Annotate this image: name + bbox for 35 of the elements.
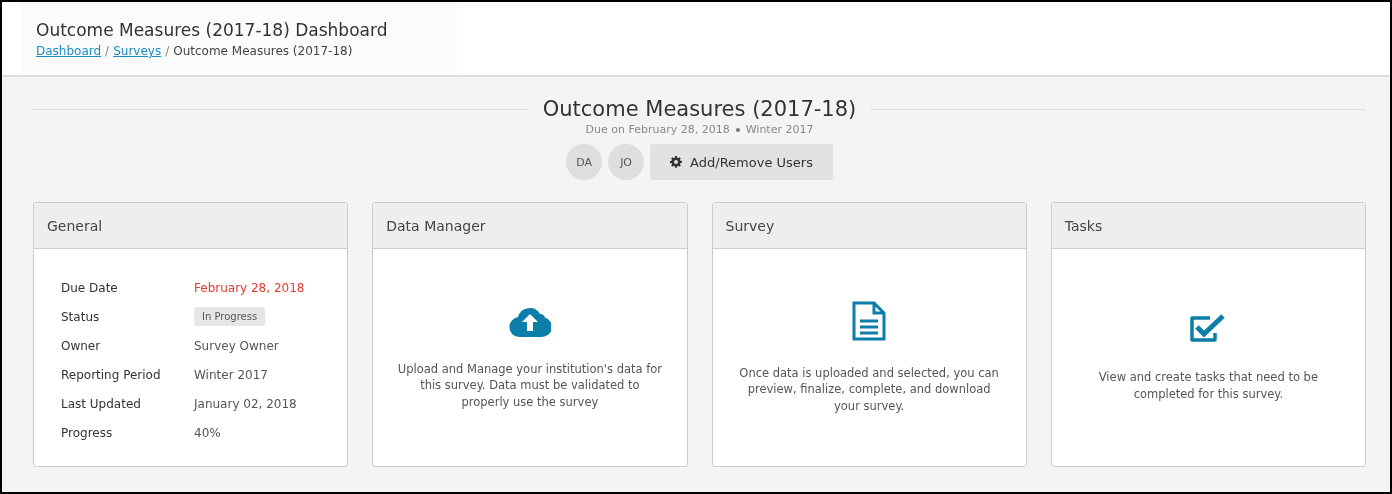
status-badge: In Progress [194, 307, 266, 326]
add-remove-users-button[interactable]: Add/Remove Users [650, 144, 833, 180]
page-title: Outcome Measures (2017-18) Dashboard [36, 20, 388, 40]
detail-value: Winter 2017 [194, 367, 268, 382]
detail-value: February 28, 2018 [194, 280, 305, 295]
card-header: Survey [712, 203, 1026, 249]
detail-label: Progress [61, 425, 114, 440]
card-header: General [34, 203, 348, 249]
card-description: View and create tasks that need to be completed for this survey. [1097, 369, 1319, 402]
bullet-icon [735, 127, 740, 132]
breadcrumb-separator: / [105, 44, 110, 58]
card-description: Upload and Manage your institution's data for this survey. Data must be validated to properly use the survey [397, 361, 663, 410]
breadcrumb-link[interactable]: Dashboard [36, 44, 102, 58]
due-text: Due on February 28, 2018 [585, 123, 730, 136]
detail-label: Status [61, 309, 101, 324]
card-header: Tasks [1051, 203, 1365, 249]
user-avatar[interactable]: JO [608, 144, 645, 180]
card-description: Once data is uploaded and selected, you can preview, finalize, complete, and download your survey. [738, 365, 1000, 414]
period-text: Winter 2017 [745, 123, 814, 136]
user-avatar[interactable]: DA [566, 144, 603, 180]
survey-title: Outcome Measures (2017-18) [541, 97, 858, 121]
detail-label: Last Updated [61, 396, 142, 411]
card-header: Data Manager [373, 203, 687, 249]
detail-label: Due Date [61, 280, 119, 295]
breadcrumb-current: Outcome Measures (2017-18) [173, 44, 353, 58]
detail-label: Owner [61, 338, 102, 353]
gear-icon [670, 156, 683, 168]
cloud-upload-icon[interactable] [508, 305, 551, 338]
detail-value: January 02, 2018 [194, 396, 297, 411]
detail-value: Survey Owner [194, 338, 279, 353]
detail-label: Reporting Period [61, 367, 162, 382]
breadcrumb-separator: / [165, 44, 170, 58]
breadcrumb-link[interactable]: Surveys [113, 44, 162, 58]
detail-value: 40% [194, 425, 221, 440]
document-icon[interactable] [852, 301, 887, 342]
